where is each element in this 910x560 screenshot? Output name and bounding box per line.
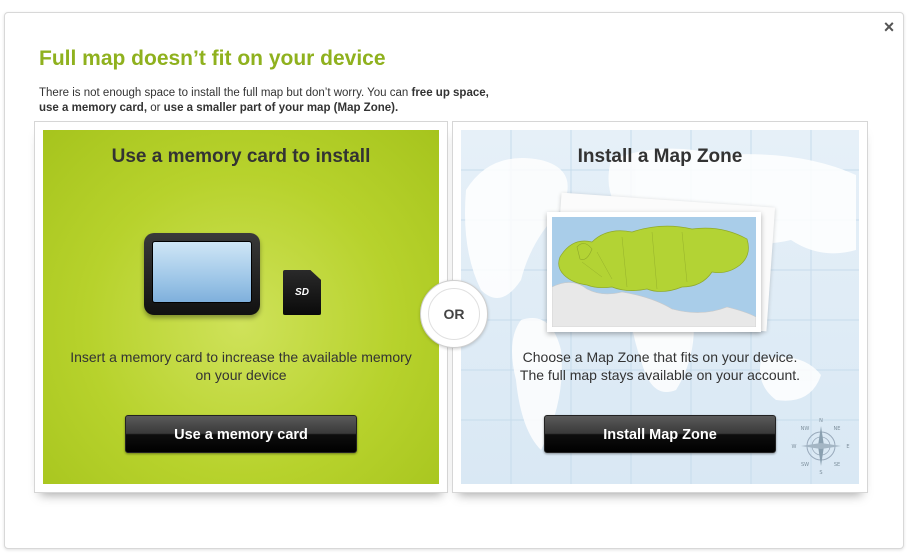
map-zone-preview-image xyxy=(552,217,756,327)
description-or: or xyxy=(147,102,164,114)
compass-n-label: N xyxy=(819,418,823,424)
description-free-up-space: free up space, xyxy=(411,87,489,99)
dialog-description: There is not enough space to install the… xyxy=(39,86,599,116)
map-zone-preview xyxy=(547,212,761,332)
memory-card-title: Use a memory card to install xyxy=(111,146,371,167)
or-separator: OR xyxy=(420,280,488,348)
compass-w-label: W xyxy=(792,444,797,450)
sd-card-icon: SD xyxy=(283,270,321,315)
description-memory-card: use a memory card, xyxy=(39,102,148,114)
compass-rose-icon: N S E W NW NE SW SE xyxy=(792,418,850,476)
map-zone-title: Install a Map Zone xyxy=(577,146,743,167)
description-text: There is not enough space to install the… xyxy=(39,87,412,99)
compass-ne-label: NE xyxy=(834,426,841,432)
map-zone-description: Choose a Map Zone that fits on your devi… xyxy=(481,348,839,384)
compass-e-label: E xyxy=(846,444,849,450)
memory-card-panel: Use a memory card to install SD Insert a… xyxy=(34,121,448,493)
compass-se-label: SE xyxy=(834,462,840,468)
install-map-zone-button[interactable]: Install Map Zone xyxy=(544,415,776,453)
use-memory-card-button[interactable]: Use a memory card xyxy=(125,415,357,453)
map-zone-description-line2: The full map stays available on your acc… xyxy=(519,367,801,383)
compass-sw-label: SW xyxy=(801,462,809,468)
memory-card-description: Insert a memory card to increase the ava… xyxy=(70,349,412,383)
map-zone-panel: Install a Map Zone Choose a Map Zone tha… xyxy=(452,121,868,493)
dialog-title: Full map doesn’t fit on your device xyxy=(39,47,386,70)
close-icon[interactable]: × xyxy=(881,18,897,36)
navigation-device-icon xyxy=(144,233,260,315)
compass-s-label: S xyxy=(819,470,822,476)
map-zone-description-line1: Choose a Map Zone that fits on your devi… xyxy=(522,349,798,365)
description-map-zone: use a smaller part of your map (Map Zone… xyxy=(163,102,399,114)
compass-nw-label: NW xyxy=(801,426,810,432)
or-label: OR xyxy=(428,288,480,340)
